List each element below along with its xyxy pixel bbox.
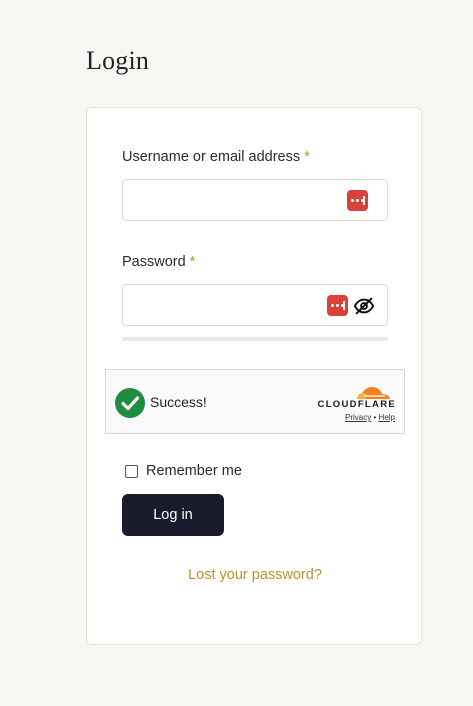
password-label-text: Password [122,254,186,270]
required-marker: * [304,149,310,165]
lost-password-link[interactable]: Lost your password? [87,567,423,583]
required-marker: * [189,254,196,270]
remember-me-checkbox[interactable] [125,464,138,478]
remember-me-label: Remember me [146,463,242,479]
turnstile-widget: Success! CLOUDFLARE Privacy • Help [105,369,405,434]
password-strength-bar [122,337,388,341]
password-field[interactable] [122,284,388,326]
cloudflare-wordmark: CLOUDFLARE [317,399,396,410]
captcha-status: Success! [150,394,207,410]
help-link[interactable]: Help [379,413,395,422]
username-field[interactable] [122,179,388,221]
page-title: Login [86,46,150,75]
password-input[interactable] [133,285,327,325]
login-button[interactable]: Log in [122,494,224,536]
eye-slash-icon[interactable] [353,295,375,317]
password-manager-icon[interactable] [327,295,348,316]
password-manager-icon[interactable] [347,190,368,211]
privacy-link[interactable]: Privacy [345,413,371,422]
check-circle-icon [115,388,145,418]
username-label: Username or email address * [122,149,310,165]
login-form-card: Username or email address * Password * Suc… [86,107,422,645]
captcha-links: Privacy • Help [345,413,395,422]
username-label-text: Username or email address [122,149,301,165]
password-label: Password * [122,254,195,270]
link-separator: • [373,413,377,422]
remember-me[interactable]: Remember me [125,463,242,479]
username-input[interactable] [133,180,327,220]
